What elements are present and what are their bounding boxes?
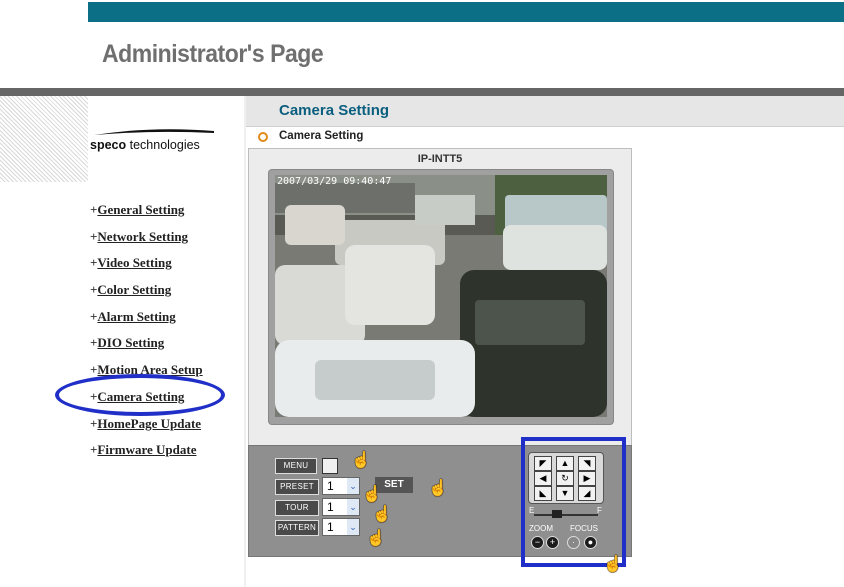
page-title: Administrator's Page [102, 40, 324, 68]
focus-near-button[interactable]: ● [584, 536, 597, 549]
top-bar-left [0, 0, 88, 22]
zoom-out-button[interactable]: − [531, 536, 544, 549]
pan-up-left-button[interactable]: ◤ [534, 456, 552, 471]
nav-item-video-setting[interactable]: +Video Setting [90, 255, 203, 282]
section-title: Camera Setting [279, 102, 390, 119]
swoosh-icon [94, 129, 214, 135]
video-frame: 2007/03/29 09:40:47 [268, 169, 614, 425]
preset-select[interactable]: 1 ⌄ [322, 477, 360, 495]
menu-toggle-icon[interactable] [322, 458, 338, 474]
home-refresh-button[interactable]: ↻ [556, 471, 574, 486]
top-bar-accent [88, 2, 844, 22]
camera-name: IP-INTT5 [417, 153, 463, 165]
nav-item-color-setting[interactable]: +Color Setting [90, 282, 203, 309]
nav-item-firmware-update[interactable]: +Firmware Update [90, 442, 203, 469]
breadcrumb: Camera Setting [279, 130, 364, 142]
nav-item-general-setting[interactable]: +General Setting [90, 202, 203, 229]
tour-button[interactable]: TOUR [275, 500, 319, 516]
pan-down-button[interactable]: ▼ [556, 486, 574, 501]
nav-item-label[interactable]: General Setting [97, 202, 184, 217]
menu-button[interactable]: MENU [275, 458, 317, 474]
tour-select[interactable]: 1 ⌄ [322, 498, 360, 516]
focus-far-button[interactable]: · [567, 536, 580, 549]
hand-cursor-icon: ☝ [428, 480, 448, 497]
pan-left-button[interactable]: ◀ [534, 471, 552, 486]
pan-right-button[interactable]: ▶ [578, 471, 596, 486]
hand-cursor-icon: ☝ [603, 556, 623, 573]
pan-down-left-button[interactable]: ◣ [534, 486, 552, 501]
pan-up-right-button[interactable]: ◥ [578, 456, 596, 471]
logo-bold: speco [90, 138, 127, 152]
top-bar [0, 0, 844, 22]
video-timestamp: 2007/03/29 09:40:47 [277, 176, 392, 187]
speed-slider-handle[interactable] [552, 510, 562, 518]
preset-value: 1 [327, 479, 334, 493]
focus-label: FOCUS [570, 524, 598, 533]
brand-logo-text: speco technologies [90, 138, 200, 152]
camera-viewer: IP-INTT5 2007/03/29 09:40:47 [248, 148, 632, 446]
nav-item-alarm-setting[interactable]: +Alarm Setting [90, 309, 203, 336]
sidebar-nav: +General Setting +Network Setting +Video… [90, 202, 203, 469]
hand-cursor-icon: ☝ [366, 530, 386, 547]
hand-cursor-icon: ☝ [351, 452, 371, 469]
pattern-select[interactable]: 1 ⌄ [322, 518, 360, 536]
speed-slider-track[interactable] [534, 514, 598, 516]
pan-up-button[interactable]: ▲ [556, 456, 574, 471]
video-scene [275, 175, 607, 417]
decorative-stripes [0, 96, 88, 182]
zoom-label: ZOOM [529, 524, 553, 533]
chevron-down-icon: ⌄ [347, 499, 359, 515]
zoom-in-button[interactable]: + [546, 536, 559, 549]
pattern-value: 1 [327, 520, 334, 534]
nav-item-label[interactable]: Alarm Setting [97, 309, 175, 324]
hand-cursor-icon: ☝ [362, 486, 382, 503]
nav-item-label[interactable]: Color Setting [97, 282, 171, 297]
content-left-rule [244, 96, 246, 587]
chevron-down-icon: ⌄ [347, 519, 359, 535]
nav-item-label[interactable]: Video Setting [97, 255, 171, 270]
chevron-down-icon: ⌄ [347, 478, 359, 494]
nav-item-label[interactable]: HomePage Update [97, 416, 201, 431]
brand-logo: speco technologies [90, 128, 220, 156]
preset-button[interactable]: PRESET [275, 479, 319, 495]
nav-item-label[interactable]: Firmware Update [97, 442, 196, 457]
header-divider [0, 88, 844, 96]
nav-item-label[interactable]: DIO Setting [97, 335, 164, 350]
highlight-ellipse [55, 374, 225, 416]
ptz-direction-pad: ◤ ▲ ◥ ◀ ↻ ▶ ◣ ▼ ◢ [528, 452, 604, 504]
section-header: Camera Setting [246, 96, 844, 127]
logo-rest: technologies [126, 138, 200, 152]
nav-item-network-setting[interactable]: +Network Setting [90, 229, 203, 256]
nav-item-label[interactable]: Network Setting [97, 229, 188, 244]
tour-value: 1 [327, 500, 334, 514]
hand-cursor-icon: ☝ [372, 506, 392, 523]
pattern-button[interactable]: PATTERN [275, 520, 319, 536]
nav-item-dio-setting[interactable]: +DIO Setting [90, 335, 203, 362]
pan-down-right-button[interactable]: ◢ [578, 486, 596, 501]
bullet-icon [258, 132, 268, 142]
nav-item-homepage-update[interactable]: +HomePage Update [90, 416, 203, 443]
live-video[interactable]: 2007/03/29 09:40:47 [275, 175, 607, 417]
